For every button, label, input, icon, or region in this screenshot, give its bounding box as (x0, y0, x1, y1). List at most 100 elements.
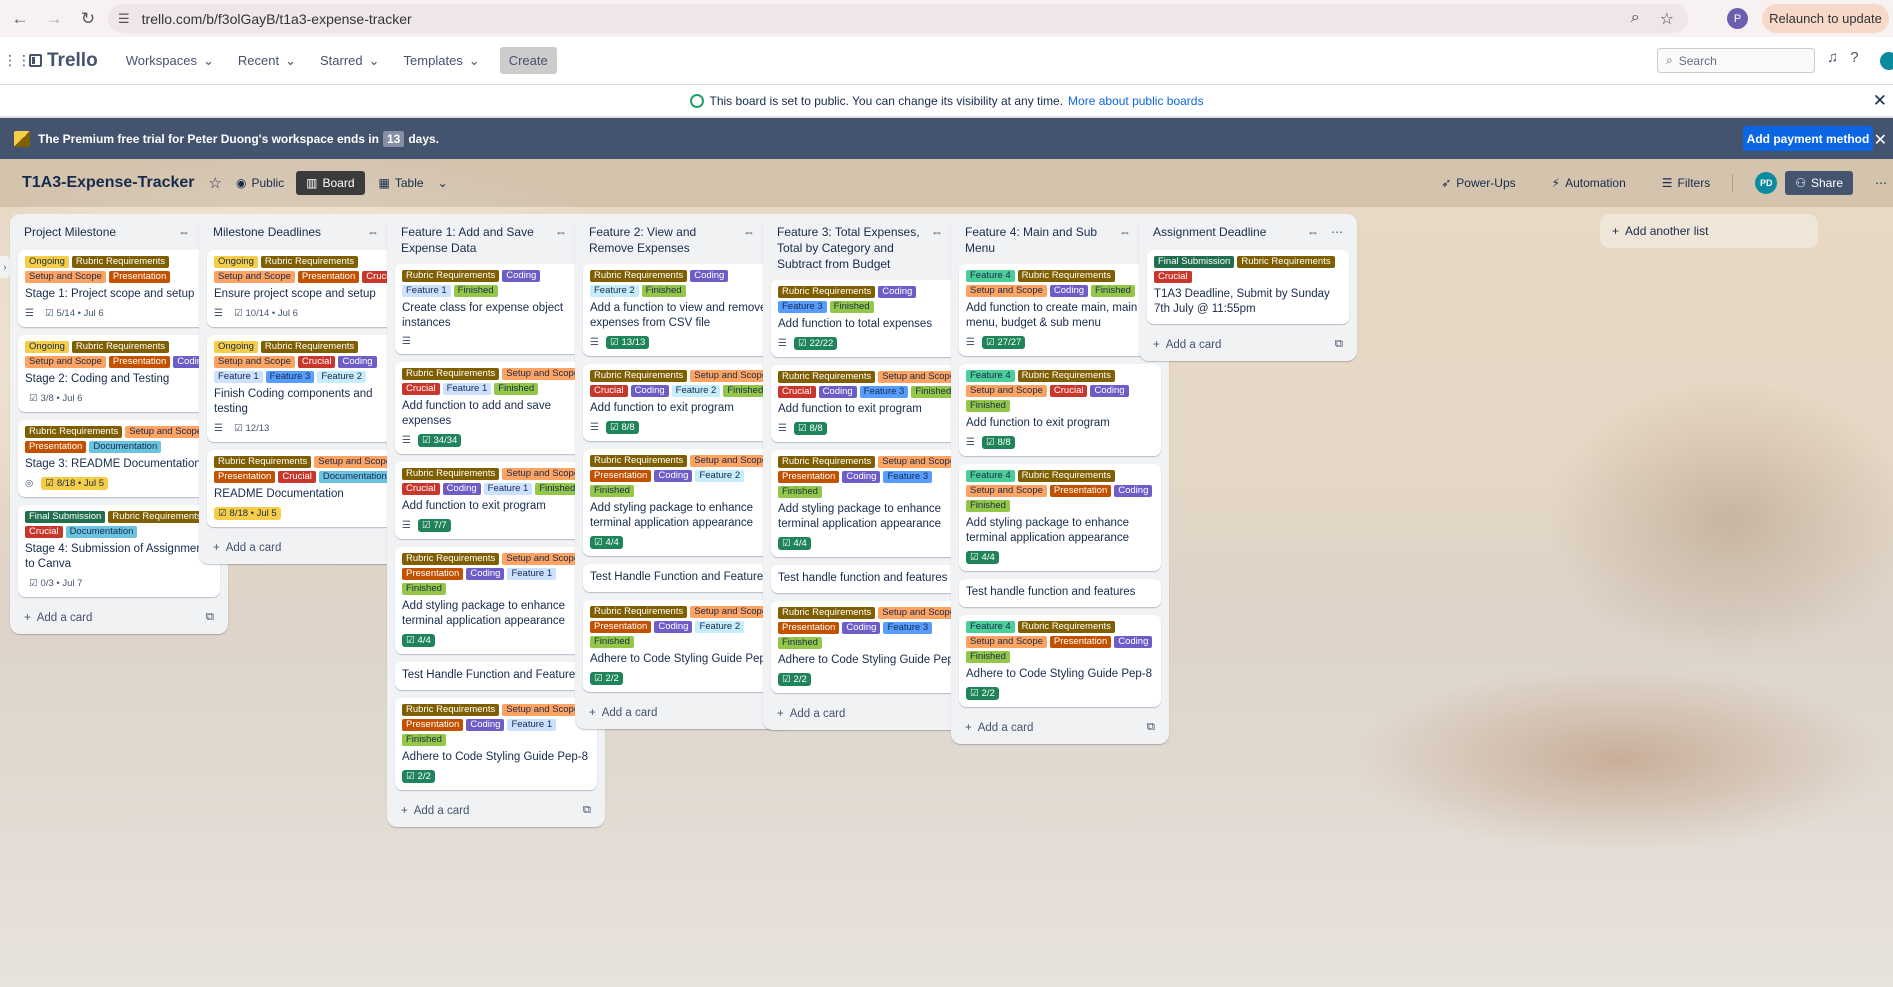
header-nav-workspaces[interactable]: Workspaces ⌄ (116, 47, 224, 75)
card-label[interactable]: Coding (1090, 385, 1129, 397)
card-label[interactable]: Rubric Requirements (1237, 256, 1335, 268)
card-label[interactable]: Rubric Requirements (590, 606, 688, 618)
card-label[interactable]: Rubric Requirements (778, 286, 876, 298)
card[interactable]: Rubric Requirements Setup and Scope Presen… (395, 547, 597, 654)
add-card-button[interactable]: +Add a card⧉ (395, 798, 597, 819)
collapse-list-icon[interactable]: ⇔ (931, 225, 943, 239)
card-label[interactable]: Feature 2 (695, 621, 745, 633)
card-label[interactable]: Rubric Requirements (71, 341, 170, 353)
help-icon[interactable]: ? (1850, 49, 1858, 66)
card-label[interactable]: Rubric Requirements (402, 704, 500, 716)
card-label[interactable]: Feature 3 (778, 301, 827, 313)
card-label[interactable]: Rubric Requirements (108, 511, 206, 523)
card[interactable]: Rubric Requirements Setup and Scope Presen… (395, 698, 597, 790)
list-title[interactable]: Feature 3: Total Expenses, Total by Cate… (777, 224, 927, 272)
add-card-button[interactable]: +Add a card⧉ (583, 700, 785, 721)
create-from-template-icon[interactable]: ⧉ (1335, 338, 1343, 351)
card-label[interactable]: Setup and Scope (690, 455, 772, 467)
card-label[interactable]: Rubric Requirements (214, 456, 312, 468)
card-label[interactable]: Setup and Scope (966, 485, 1047, 497)
card[interactable]: Ongoing Rubric Requirements Setup and Scop… (18, 250, 220, 327)
trello-logo[interactable]: Trello (29, 50, 98, 72)
card-label[interactable]: Presentation (778, 622, 840, 634)
table-view-tab[interactable]: ▦ Table (379, 176, 424, 190)
card[interactable]: Rubric Requirements Coding Feature 1 Finish… (395, 264, 597, 354)
card-label[interactable]: Presentation (25, 441, 87, 453)
card-label[interactable]: Finished (778, 637, 822, 649)
header-nav-templates[interactable]: Templates ⌄ (394, 47, 490, 75)
card-label[interactable]: Rubric Requirements (260, 341, 359, 353)
board-view-tab[interactable]: ▥ Board (296, 171, 365, 195)
list-title[interactable]: Milestone Deadlines (213, 224, 363, 240)
card-label[interactable]: Feature 1 (402, 285, 451, 297)
card-label[interactable]: Presentation (1049, 485, 1112, 497)
card-label[interactable]: Crucial (778, 386, 816, 398)
card-label[interactable]: Feature 1 (214, 371, 263, 383)
card[interactable]: Feature 4 Rubric Requirements Setup and Sc… (959, 464, 1161, 571)
card-label[interactable]: Crucial (278, 471, 316, 483)
card-label[interactable]: Finished (535, 483, 580, 495)
power-ups-button[interactable]: ➶ Power-Ups (1441, 176, 1515, 190)
automation-button[interactable]: ⚡ Automation (1552, 176, 1626, 190)
card[interactable]: Feature 4 Rubric Requirements Setup and Sc… (959, 264, 1161, 356)
card[interactable]: Rubric Requirements Setup and Scope Crucia… (395, 362, 597, 454)
add-another-list-button[interactable]: + Add another list (1600, 214, 1818, 248)
create-button[interactable]: Create (499, 47, 557, 74)
star-icon[interactable]: ☆ (209, 174, 222, 192)
card[interactable]: Test handle function and features (771, 565, 973, 593)
card-label[interactable]: Finished (966, 500, 1010, 512)
card-label[interactable]: Ongoing (25, 256, 69, 268)
card-label[interactable]: Rubric Requirements (590, 370, 688, 382)
site-settings-icon[interactable]: ☰ (118, 11, 130, 27)
more-options-icon[interactable]: ⋯ (1875, 176, 1887, 190)
list-title[interactable]: Feature 4: Main and Sub Menu (965, 224, 1115, 256)
card-label[interactable]: Final Submission (25, 511, 106, 523)
card-label[interactable]: Presentation (108, 356, 171, 368)
add-payment-method-button[interactable]: Add payment method (1743, 126, 1873, 151)
card-label[interactable]: Setup and Scope (690, 606, 772, 618)
card-label[interactable]: Setup and Scope (502, 468, 584, 480)
card-label[interactable]: Feature 1 (442, 383, 492, 395)
card-label[interactable]: Feature 3 (859, 386, 909, 398)
notifications-icon[interactable]: ♫ (1827, 49, 1838, 66)
card-label[interactable]: Coding (1049, 285, 1089, 297)
card-label[interactable]: Setup and Scope (878, 607, 960, 619)
card-label[interactable]: Crucial (402, 383, 440, 395)
reload-icon[interactable]: ↻ (74, 5, 102, 33)
visibility-button[interactable]: ◉ Public (236, 176, 284, 190)
card-label[interactable]: Coding (630, 385, 669, 397)
card[interactable]: Rubric Requirements Setup and Scope Presen… (771, 450, 973, 557)
add-card-button[interactable]: +Add a card⧉ (1147, 332, 1349, 353)
card[interactable]: Test handle function and features (959, 579, 1161, 607)
card-label[interactable]: Setup and Scope (314, 456, 396, 468)
app-switcher-icon[interactable]: ⋮⋮ (3, 52, 31, 69)
card[interactable]: Rubric Requirements Coding Feature 2 Finish… (583, 264, 785, 356)
card-label[interactable]: Rubric Requirements (1017, 370, 1115, 382)
relaunch-button[interactable]: Relaunch to update (1762, 4, 1889, 33)
card-label[interactable]: Coding (842, 471, 881, 483)
card-label[interactable]: Finished (778, 486, 822, 498)
collapse-list-icon[interactable]: ⇔ (1119, 225, 1131, 239)
add-card-button[interactable]: +Add a card⧉ (959, 715, 1161, 736)
card[interactable]: Rubric Requirements Setup and Scope Crucia… (583, 364, 785, 441)
card-label[interactable]: Presentation (590, 621, 652, 633)
card-label[interactable]: Setup and Scope (966, 636, 1047, 648)
card-label[interactable]: Ongoing (214, 341, 258, 353)
card[interactable]: Feature 4 Rubric Requirements Setup and Sc… (959, 615, 1161, 707)
create-from-template-icon[interactable]: ⧉ (583, 804, 591, 817)
account-avatar[interactable] (1880, 52, 1893, 70)
collapse-list-icon[interactable]: ⇔ (555, 225, 567, 239)
card-label[interactable]: Setup and Scope (502, 704, 584, 716)
card-label[interactable]: Coding (690, 270, 729, 282)
card-label[interactable]: Finished (494, 383, 539, 395)
card-label[interactable]: Finished (453, 285, 498, 297)
card-label[interactable]: Rubric Requirements (1017, 470, 1115, 482)
card-label[interactable]: Rubric Requirements (402, 553, 500, 565)
card-label[interactable]: Setup and Scope (125, 426, 207, 438)
card-label[interactable]: Feature 2 (590, 285, 639, 297)
card[interactable]: Rubric Requirements Setup and Scope Presen… (207, 450, 409, 527)
card-label[interactable]: Coding (1114, 485, 1153, 497)
card-label[interactable]: Presentation (108, 271, 171, 283)
address-bar[interactable]: ☰ trello.com/b/f3olGayB/t1a3-expense-tra… (108, 4, 1688, 33)
card-label[interactable]: Setup and Scope (690, 370, 772, 382)
